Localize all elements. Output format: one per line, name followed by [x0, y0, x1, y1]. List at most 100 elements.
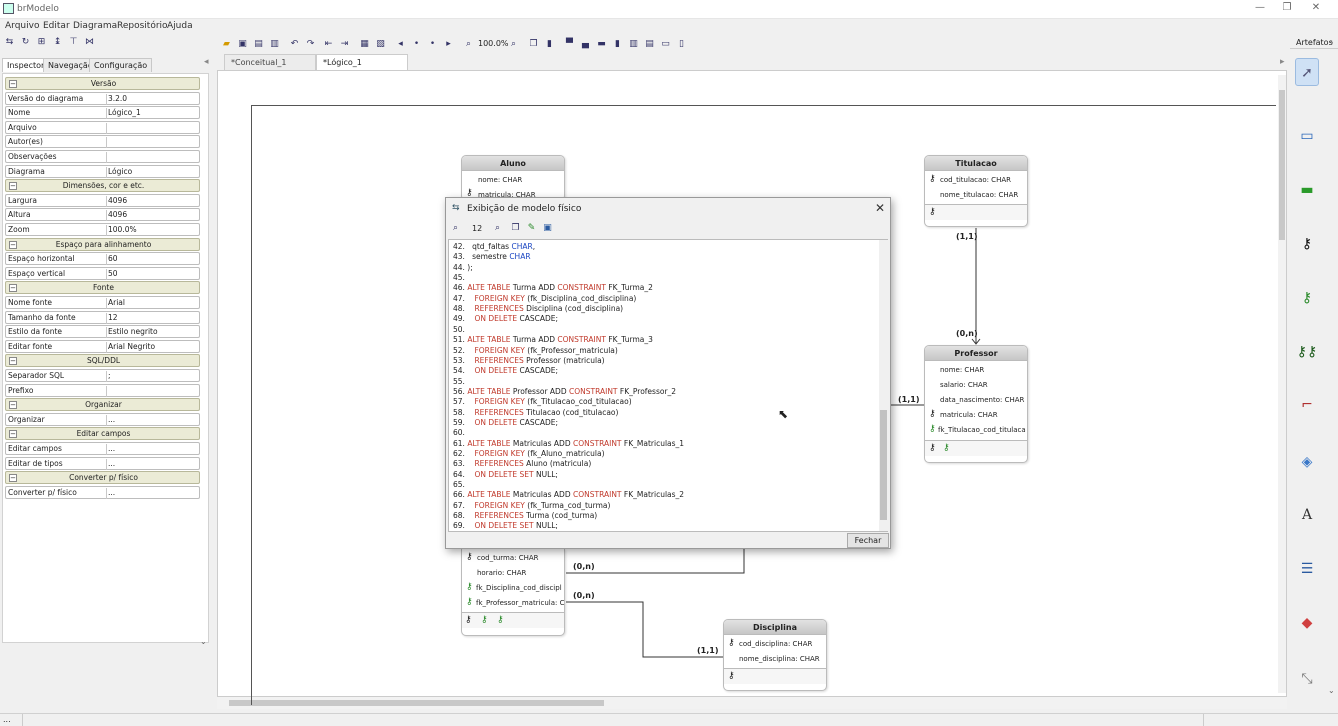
code-token: Turma ADD [510, 335, 558, 345]
code-token: CHAR [509, 252, 531, 262]
code-token: 53. [453, 355, 475, 365]
physical-model-dialog[interactable]: ⇆ Exibição de modelo físico ✕ ⌕ 12 ⌕ ❐ ✎… [445, 197, 891, 549]
cardinality-label: (1,1) [898, 395, 920, 404]
code-token: CONSTRAINT [568, 386, 618, 396]
dialog-close-icon[interactable]: ✕ [875, 201, 885, 215]
key-icon: ⚷ [497, 615, 504, 625]
code-line: 50. [453, 325, 465, 334]
cardinality-label: (0,n) [573, 562, 595, 571]
text-tool-icon[interactable]: A [1295, 501, 1319, 529]
composite-key-tool-icon[interactable]: ⚷⚷ [1295, 338, 1319, 366]
font-size-value[interactable]: 12 [472, 224, 482, 233]
field: cod_turma: CHAR [477, 554, 539, 562]
code-token: Turma (cod_turma) [523, 511, 598, 521]
code-token: 55. [453, 376, 465, 386]
field: nome_titulacao: CHAR [940, 191, 1019, 199]
zoom-out-icon[interactable]: ⌕ [450, 223, 461, 234]
code-token: Matriculas ADD [510, 490, 573, 500]
dialog-toolbar: ⌕ 12 ⌕ ❐ ✎ ▣ [446, 219, 890, 237]
code-token: REFERENCES [474, 304, 524, 314]
close-button[interactable]: Fechar [847, 533, 889, 548]
key-icon: ⚷ [481, 615, 488, 625]
code-scrollbar[interactable] [879, 240, 888, 531]
field: fk_Professor_matricula: C [476, 599, 565, 607]
code-token: NULL; [533, 469, 558, 479]
code-line: 66. ALTE TABLE Matriculas ADD CONSTRAINT… [453, 490, 684, 499]
scroll-down-icon[interactable]: ⌄ [1328, 686, 1335, 695]
save-sql-icon[interactable]: ▣ [542, 223, 553, 234]
code-line: 52. FOREIGN KEY (fk_Professor_matricula) [453, 346, 618, 355]
code-token: 43. [453, 252, 473, 262]
cardinality-label: (0,n) [573, 591, 595, 600]
table-tool-icon[interactable]: ▭ [1295, 122, 1319, 150]
zoom-in-icon[interactable]: ⌕ [492, 223, 503, 234]
key-icon: ⚷ [728, 671, 735, 681]
code-line: 48. REFERENCES Disciplina (cod_disciplin… [453, 304, 623, 313]
field-tool-icon[interactable]: ▬ [1295, 176, 1319, 204]
copy-icon[interactable]: ❐ [510, 223, 521, 234]
eraser-tool-icon[interactable]: ◆ [1295, 609, 1319, 637]
code-token: 58. [453, 407, 475, 417]
primary-key-icon: ⚷ [466, 552, 473, 562]
code-token: CONSTRAINT [572, 438, 622, 448]
code-token: 44. ); [453, 262, 473, 272]
field: nome_disciplina: CHAR [739, 655, 820, 663]
key-icon: ⚷ [929, 207, 936, 217]
entity-titulacao[interactable]: Titulacao ⚷ cod_titulacao: CHAR nome_tit… [924, 155, 1028, 227]
field: fk_Titulacao_cod_titulaca [938, 426, 1026, 434]
code-token: 50. [453, 324, 465, 334]
code-token: 68. [453, 511, 475, 521]
code-token: 49. [453, 314, 475, 324]
code-token: ALTE TABLE [467, 490, 511, 500]
list-tool-icon[interactable]: ☰ [1295, 555, 1319, 583]
entity-aluno[interactable]: Aluno nome: CHAR ⚷ matricula: CHAR [461, 155, 565, 201]
code-line: 69. ON DELETE SET NULL; [453, 521, 558, 530]
code-token: 63. [453, 459, 475, 469]
code-line: 68. REFERENCES Turma (cod_turma) [453, 511, 597, 520]
connector-tool-icon[interactable]: ⤡ [1295, 665, 1319, 693]
foreign-key-tool-icon[interactable]: ⚷ [1295, 284, 1319, 312]
field: cod_disciplina: CHAR [739, 640, 813, 648]
entity-footer: ⚷ ⚷ [925, 440, 1027, 456]
code-token: Aluno (matricula) [523, 459, 592, 469]
code-token: Professor (matricula) [523, 355, 605, 365]
code-token: 61. [453, 438, 468, 448]
entity-disciplina[interactable]: Disciplina ⚷ cod_disciplina: CHAR nome_d… [723, 619, 827, 691]
code-token: 56. [453, 386, 468, 396]
entity-turma[interactable]: ⚷ cod_turma: CHAR horario: CHAR ⚷ fk_Dis… [461, 549, 565, 636]
status-bar: ... [0, 713, 1338, 726]
code-token: semestre [472, 252, 510, 262]
code-token: (fk_Aluno_matricula) [524, 449, 605, 458]
code-scroll-thumb[interactable] [880, 410, 887, 520]
code-line: 43. semestre CHAR [453, 252, 531, 261]
code-token: CASCADE; [517, 314, 559, 324]
code-token: Matriculas ADD [510, 438, 573, 448]
code-token: 69. [453, 521, 475, 531]
code-token: CONSTRAINT [557, 283, 606, 293]
link-tool-icon[interactable]: ⌐ [1295, 391, 1319, 419]
code-line: 61. ALTE TABLE Matriculas ADD CONSTRAINT… [453, 439, 684, 448]
code-token: 47. [453, 293, 475, 303]
code-token: ALTE TABLE [467, 283, 511, 293]
sql-code-area[interactable]: 42. qtd_faltas CHAR, 43. semestre CHAR 44.… [448, 239, 888, 532]
code-token: 57. [453, 397, 475, 407]
paint-tool-icon[interactable]: ◈ [1295, 448, 1319, 476]
primary-key-icon: ⚷ [728, 638, 735, 648]
code-line: 56. ALTE TABLE Professor ADD CONSTRAINT … [453, 387, 676, 396]
dialog-icon: ⇆ [452, 203, 460, 213]
code-line: 62. FOREIGN KEY (fk_Aluno_matricula) [453, 449, 605, 458]
foreign-key-icon: ⚷ [929, 424, 936, 434]
code-token: ON DELETE [474, 314, 518, 324]
code-token: CASCADE; [517, 366, 559, 376]
entity-professor[interactable]: Professor nome: CHAR salario: CHAR data_… [924, 345, 1028, 463]
code-token: , [532, 242, 536, 251]
edit-icon[interactable]: ✎ [526, 223, 537, 234]
status-text: ... [3, 715, 11, 724]
pointer-tool-icon[interactable]: ➚ [1295, 58, 1319, 86]
scroll-up-icon[interactable]: ⌃ [1328, 40, 1335, 49]
primary-key-tool-icon[interactable]: ⚷ [1295, 230, 1319, 258]
code-line: 47. FOREIGN KEY (fk_Disciplina_cod_disci… [453, 294, 636, 303]
code-token: CHAR [511, 242, 533, 251]
key-icon: ⚷ [465, 615, 472, 625]
entity-footer: ⚷ [724, 668, 826, 684]
